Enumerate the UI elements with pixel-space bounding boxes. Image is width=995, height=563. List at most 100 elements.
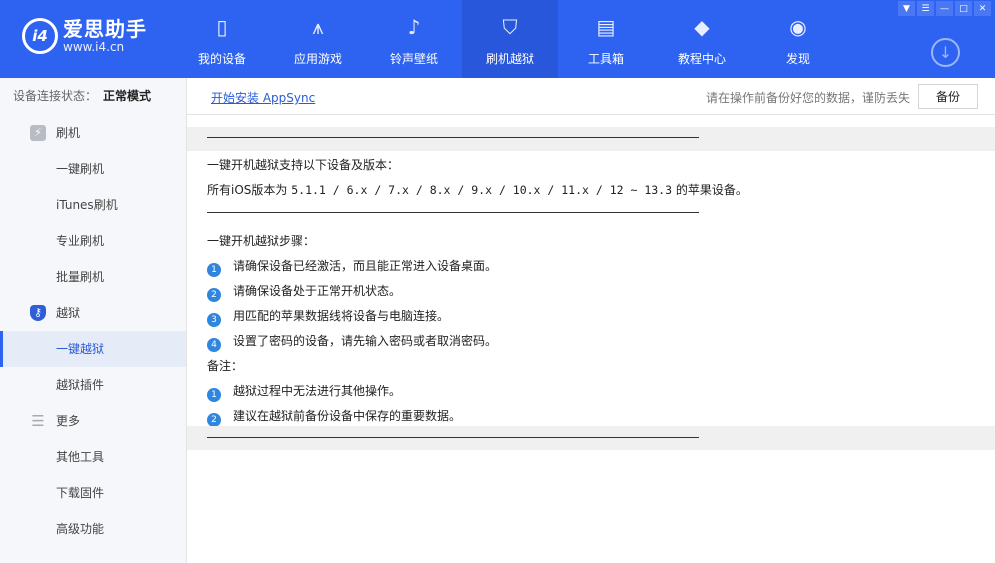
sidebar-item-advanced[interactable]: 高级功能 bbox=[0, 511, 186, 547]
status-value: 正常模式 bbox=[103, 89, 152, 103]
nav-label: 教程中心 bbox=[677, 52, 726, 66]
skin-icon[interactable]: ▼ bbox=[898, 1, 915, 16]
step-text: 请确保设备已经激活，而且能正常进入设备桌面。 bbox=[233, 259, 498, 273]
note-text: 建议在越狱前备份设备中保存的重要数据。 bbox=[233, 409, 462, 423]
connection-status: 设备连接状态： 正常模式 bbox=[0, 78, 187, 115]
support-prefix: 所有iOS版本为 bbox=[207, 183, 288, 197]
sidebar-item-other-tools[interactable]: 其他工具 bbox=[0, 439, 186, 475]
phone-icon: ▯ bbox=[216, 15, 228, 39]
step-item: 1 请确保设备已经激活，而且能正常进入设备桌面。 bbox=[207, 257, 497, 277]
shield-key-icon: ⛉ bbox=[502, 15, 518, 39]
nav-label: 铃声壁纸 bbox=[389, 52, 438, 66]
menu-icon[interactable]: ☰ bbox=[917, 1, 934, 16]
header: i4 爱思助手 www.i4.cn ▯ 我的设备 ⩚ 应用游戏 ♪ 铃声壁纸 ⛉ 刷机越… bbox=[0, 0, 995, 78]
step-text: 用匹配的苹果数据线将设备与电脑连接。 bbox=[233, 309, 450, 323]
sidebar-label: 下载固件 bbox=[56, 486, 105, 500]
list-icon: ☰ bbox=[31, 412, 45, 430]
support-suffix: 的苹果设备。 bbox=[675, 183, 748, 197]
support-title: 一键开机越狱支持以下设备及版本： bbox=[207, 158, 400, 172]
backup-button[interactable]: 备份 bbox=[918, 84, 978, 109]
sidebar-item-batch-flash[interactable]: 批量刷机 bbox=[0, 259, 186, 295]
divider bbox=[207, 212, 699, 213]
sidebar-item-pro-flash[interactable]: 专业刷机 bbox=[0, 223, 186, 259]
divider bbox=[207, 137, 699, 138]
app-url: www.i4.cn bbox=[63, 40, 125, 54]
number-badge-icon: 2 bbox=[207, 288, 221, 302]
number-badge-icon: 1 bbox=[207, 388, 221, 402]
number-badge-icon: 4 bbox=[207, 338, 221, 352]
sidebar-item-one-click-jailbreak[interactable]: 一键越狱 bbox=[0, 331, 186, 367]
logo: i4 爱思助手 www.i4.cn bbox=[22, 18, 147, 54]
flash-device-icon: ⚡ bbox=[30, 125, 46, 141]
support-versions: 5.1.1 / 6.x / 7.x / 8.x / 9.x / 10.x / 1… bbox=[291, 183, 673, 197]
app-name: 爱思助手 bbox=[63, 17, 147, 41]
sub-toolbar: 设备连接状态： 正常模式 开始安装 AppSync 请在操作前备份好您的数据，谨防… bbox=[0, 78, 995, 115]
jailbreak-info: 一键开机越狱支持以下设备及版本： 所有iOS版本为 5.1.1 / 6.x / … bbox=[187, 116, 995, 563]
support-versions-line: 所有iOS版本为 5.1.1 / 6.x / 7.x / 8.x / 9.x /… bbox=[207, 181, 748, 198]
step-item: 2 请确保设备处于正常开机状态。 bbox=[207, 282, 401, 302]
close-icon[interactable]: ✕ bbox=[974, 1, 991, 16]
logo-mark: i4 bbox=[22, 18, 58, 54]
top-band bbox=[187, 127, 995, 151]
steps-title: 一键开机越狱步骤： bbox=[207, 234, 316, 248]
divider bbox=[207, 437, 699, 438]
nav-ringtones[interactable]: ♪ 铃声壁纸 bbox=[366, 0, 462, 78]
sidebar-label: 一键刷机 bbox=[56, 162, 105, 176]
sidebar: ⚡ 刷机 一键刷机 iTunes刷机 专业刷机 批量刷机 ⚷ 越狱 一键越狱 越狱插… bbox=[0, 115, 187, 563]
note-item: 1 越狱过程中无法进行其他操作。 bbox=[207, 382, 401, 402]
nav-flash-jailbreak[interactable]: ⛉ 刷机越狱 bbox=[462, 0, 558, 78]
sidebar-label: 其他工具 bbox=[56, 450, 105, 464]
nav-label: 我的设备 bbox=[197, 52, 246, 66]
nav-my-device[interactable]: ▯ 我的设备 bbox=[174, 0, 270, 78]
sidebar-group-jailbreak[interactable]: ⚷ 越狱 bbox=[0, 295, 186, 331]
nav-label: 应用游戏 bbox=[293, 52, 342, 66]
backup-warning: 请在操作前备份好您的数据，谨防丢失 bbox=[706, 91, 911, 105]
sidebar-label: 专业刷机 bbox=[56, 234, 105, 248]
sidebar-label: iTunes刷机 bbox=[56, 198, 118, 212]
main-nav: ▯ 我的设备 ⩚ 应用游戏 ♪ 铃声壁纸 ⛉ 刷机越狱 ▤ 工具箱 ◆ 教程中心 ◉ 发现 bbox=[174, 0, 846, 78]
sidebar-item-one-click-flash[interactable]: 一键刷机 bbox=[0, 151, 186, 187]
nav-tutorials[interactable]: ◆ 教程中心 bbox=[654, 0, 750, 78]
status-label: 设备连接状态： bbox=[13, 89, 98, 103]
note-text: 越狱过程中无法进行其他操作。 bbox=[233, 384, 402, 398]
maximize-icon[interactable]: □ bbox=[955, 1, 972, 16]
sidebar-item-download-firmware[interactable]: 下载固件 bbox=[0, 475, 186, 511]
note-item: 2 建议在越狱前备份设备中保存的重要数据。 bbox=[207, 407, 461, 427]
toolbox-icon: ▤ bbox=[596, 15, 616, 39]
sidebar-label: 高级功能 bbox=[56, 522, 105, 536]
nav-toolbox[interactable]: ▤ 工具箱 bbox=[558, 0, 654, 78]
sidebar-label: 一键越狱 bbox=[56, 342, 105, 356]
sidebar-label: 越狱 bbox=[56, 306, 81, 320]
music-icon: ♪ bbox=[407, 15, 421, 39]
install-appsync-link[interactable]: 开始安装 AppSync bbox=[211, 89, 315, 106]
sidebar-label: 刷机 bbox=[56, 126, 81, 140]
sidebar-label: 越狱插件 bbox=[56, 378, 105, 392]
sidebar-label: 更多 bbox=[56, 414, 81, 428]
download-icon[interactable]: ↓ bbox=[931, 38, 960, 67]
shield-key-icon: ⚷ bbox=[30, 305, 46, 321]
graduation-cap-icon: ◆ bbox=[694, 15, 710, 39]
sidebar-group-more[interactable]: ☰ 更多 bbox=[0, 403, 186, 439]
nav-label: 工具箱 bbox=[587, 52, 624, 66]
minimize-icon[interactable]: — bbox=[936, 1, 953, 16]
sidebar-item-itunes-flash[interactable]: iTunes刷机 bbox=[0, 187, 186, 223]
step-item: 4 设置了密码的设备，请先输入密码或者取消密码。 bbox=[207, 332, 497, 352]
notes-title: 备注： bbox=[207, 359, 244, 373]
step-text: 请确保设备处于正常开机状态。 bbox=[233, 284, 402, 298]
nav-label: 刷机越狱 bbox=[485, 52, 534, 66]
nav-label: 发现 bbox=[785, 52, 810, 66]
number-badge-icon: 2 bbox=[207, 413, 221, 427]
sidebar-label: 批量刷机 bbox=[56, 270, 105, 284]
nav-discover[interactable]: ◉ 发现 bbox=[750, 0, 846, 78]
bottom-band bbox=[187, 426, 995, 450]
sidebar-group-flash[interactable]: ⚡ 刷机 bbox=[0, 115, 186, 151]
number-badge-icon: 3 bbox=[207, 313, 221, 327]
nav-apps-games[interactable]: ⩚ 应用游戏 bbox=[270, 0, 366, 78]
compass-icon: ◉ bbox=[789, 15, 807, 39]
window-controls: ▼ ☰ — □ ✕ bbox=[898, 1, 991, 16]
step-item: 3 用匹配的苹果数据线将设备与电脑连接。 bbox=[207, 307, 449, 327]
step-text: 设置了密码的设备，请先输入密码或者取消密码。 bbox=[233, 334, 498, 348]
app-store-icon: ⩚ bbox=[312, 15, 324, 39]
number-badge-icon: 1 bbox=[207, 263, 221, 277]
sidebar-item-jailbreak-plugins[interactable]: 越狱插件 bbox=[0, 367, 186, 403]
